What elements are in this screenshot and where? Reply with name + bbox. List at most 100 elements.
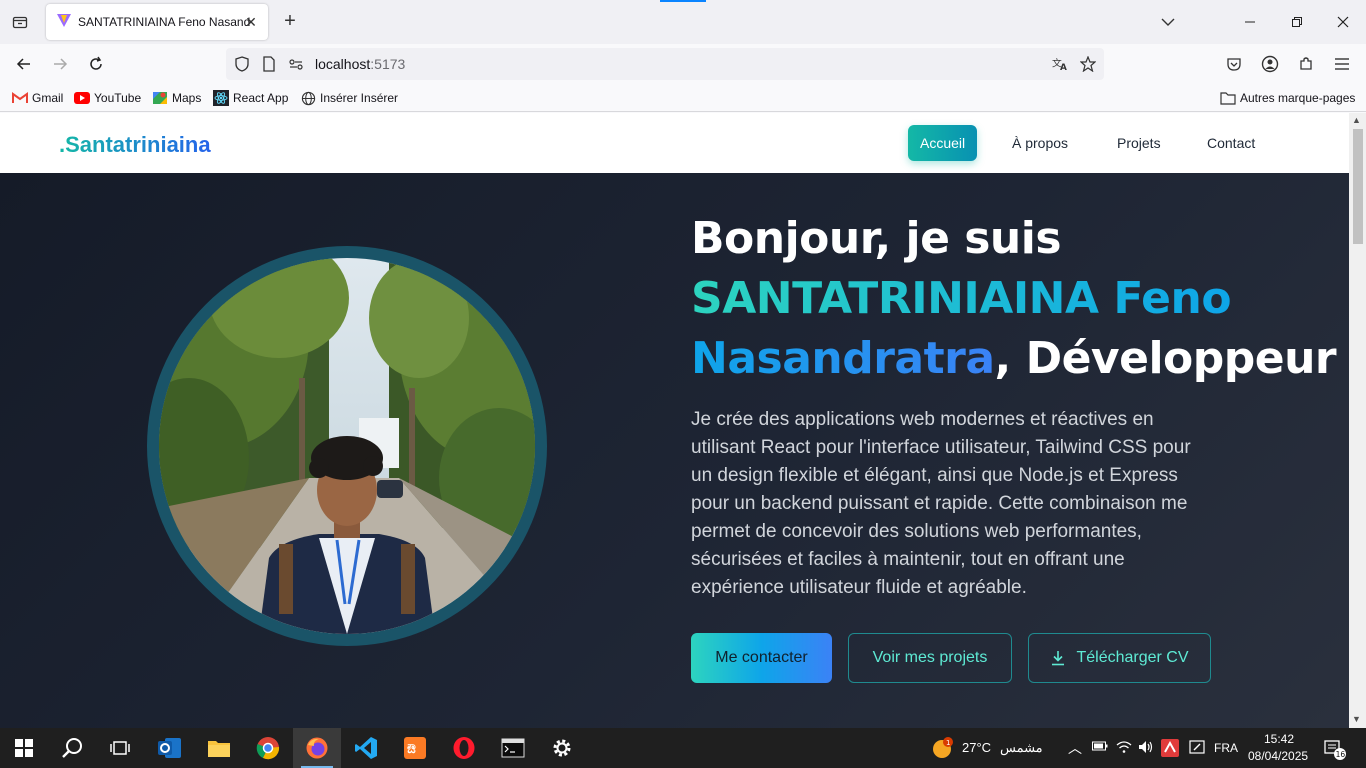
contact-button-label: Me contacter: [715, 649, 808, 666]
hero-greeting: Bonjour, je suis: [691, 213, 1062, 264]
svg-text:16: 16: [1336, 750, 1346, 759]
bookmark-label: Maps: [172, 91, 202, 105]
tab-drop-indicator: [660, 0, 706, 2]
scroll-up-arrow-icon[interactable]: ▲: [1352, 115, 1361, 125]
view-projects-label: Voir mes projets: [872, 649, 988, 666]
task-view-icon[interactable]: [96, 728, 144, 768]
browser-toolbar: localhost:5173 文A: [0, 44, 1366, 84]
extensions-icon[interactable]: [1294, 52, 1318, 76]
site-logo[interactable]: .Santatriniaina: [59, 132, 211, 158]
wifi-icon[interactable]: [1116, 740, 1132, 757]
hamburger-menu-icon[interactable]: [1330, 52, 1354, 76]
vscode-icon[interactable]: [342, 728, 390, 768]
firefox-icon[interactable]: [293, 728, 341, 768]
bookmark-youtube[interactable]: YouTube: [74, 90, 141, 106]
profile-photo-frame: [147, 246, 547, 646]
list-all-tabs-chevron-icon[interactable]: [1156, 10, 1180, 34]
file-explorer-icon[interactable]: [195, 728, 243, 768]
hero-name-part-2: Nasandratra: [691, 333, 995, 384]
restore-window-icon[interactable]: [1285, 10, 1309, 34]
tab-title: SANTATRINIAINA Feno Nasandratra: [78, 15, 250, 29]
antivirus-icon[interactable]: [1161, 739, 1179, 760]
bookmark-label: Gmail: [32, 91, 64, 105]
maps-icon: [152, 90, 168, 106]
translate-icon[interactable]: 文A: [1052, 56, 1068, 72]
download-cv-label: Télécharger CV: [1076, 649, 1189, 666]
gmail-icon: [12, 90, 28, 106]
bookmark-label: React App: [233, 91, 289, 105]
close-tab-icon[interactable]: ✕: [242, 13, 260, 31]
permissions-icon[interactable]: [288, 56, 304, 72]
notification-center-icon[interactable]: 16: [1324, 738, 1346, 763]
close-window-icon[interactable]: [1331, 10, 1355, 34]
minimize-window-icon[interactable]: [1238, 10, 1262, 34]
globe-icon: [300, 90, 316, 106]
bookmark-label: Insérer Insérer: [320, 91, 399, 105]
svg-text:A: A: [1060, 63, 1067, 72]
nav-link-accueil[interactable]: Accueil: [908, 125, 978, 161]
nav-link-contact[interactable]: Contact: [1195, 125, 1267, 161]
bookmark-inserer[interactable]: Insérer Insérer: [300, 90, 398, 106]
bookmark-label: Autres marque-pages: [1240, 91, 1356, 105]
weather-temp: 27°C: [962, 740, 992, 755]
profile-photo: [159, 258, 535, 634]
hero-name-line-1: SANTATRINIAINA Feno: [691, 273, 1232, 324]
react-icon: [213, 90, 229, 106]
tab-list-icon[interactable]: [8, 10, 32, 34]
new-tab-icon[interactable]: +: [278, 10, 302, 34]
bookmark-gmail[interactable]: Gmail: [12, 90, 63, 106]
pen-tablet-icon[interactable]: [1189, 740, 1205, 757]
opera-icon[interactable]: [440, 728, 488, 768]
reload-icon[interactable]: [84, 52, 108, 76]
account-icon[interactable]: [1258, 52, 1282, 76]
contact-button[interactable]: Me contacter: [691, 633, 832, 683]
nav-link-projets[interactable]: Projets: [1105, 125, 1173, 161]
svg-text:ಔ: ಔ: [407, 742, 416, 757]
chrome-icon[interactable]: [244, 728, 292, 768]
browser-tab-active[interactable]: SANTATRINIAINA Feno Nasandratra ✕: [46, 4, 268, 40]
other-bookmarks-folder[interactable]: Autres marque-pages: [1220, 90, 1355, 106]
settings-gear-icon[interactable]: [538, 728, 586, 768]
clock-time[interactable]: 15:42: [1264, 732, 1294, 746]
bookmark-star-icon[interactable]: [1080, 56, 1096, 72]
windows-start-icon[interactable]: [0, 728, 48, 768]
nav-link-a-propos[interactable]: À propos: [1000, 125, 1080, 161]
back-arrow-icon[interactable]: [12, 52, 36, 76]
search-icon[interactable]: [48, 728, 96, 768]
hero-role: , Développeur: [994, 333, 1337, 384]
hero-description: Je crée des applications web modernes et…: [691, 409, 1191, 598]
clock-date[interactable]: 08/04/2025: [1248, 749, 1308, 763]
hero-section: Bonjour, je suis SANTATRINIAINA Feno Nas…: [0, 173, 1349, 728]
show-hidden-icons-chevron-icon[interactable]: ︿: [1068, 738, 1082, 758]
battery-icon[interactable]: [1092, 740, 1108, 755]
bookmark-maps[interactable]: Maps: [152, 90, 201, 106]
address-bar[interactable]: localhost:5173 文A: [226, 48, 1104, 80]
tracking-shield-icon[interactable]: [234, 56, 250, 72]
input-language[interactable]: FRA: [1214, 741, 1238, 755]
site-header: .Santatriniaina Accueil À propos Projets…: [0, 113, 1349, 173]
page-viewport: .Santatriniaina Accueil À propos Projets…: [0, 113, 1349, 728]
hero-name-line-2: Nasandratra, Développeur: [691, 333, 1337, 384]
vite-favicon-icon: [56, 12, 72, 33]
pocket-icon[interactable]: [1222, 52, 1246, 76]
outlook-icon[interactable]: [146, 728, 194, 768]
forward-arrow-icon[interactable]: [48, 52, 72, 76]
bookmark-react-app[interactable]: React App: [213, 90, 288, 106]
scrollbar-thumb[interactable]: [1353, 129, 1363, 244]
bookmark-label: YouTube: [94, 91, 142, 105]
page-scrollbar[interactable]: ▲ ▼: [1349, 113, 1366, 728]
svg-text:1: 1: [946, 739, 950, 747]
terminal-icon[interactable]: [489, 728, 537, 768]
page-info-icon[interactable]: [261, 56, 277, 72]
view-projects-button[interactable]: Voir mes projets: [848, 633, 1012, 683]
youtube-icon: [74, 90, 90, 106]
volume-icon[interactable]: [1138, 740, 1154, 757]
weather-sun-icon[interactable]: 1: [920, 728, 964, 768]
xampp-icon[interactable]: ಔ: [391, 728, 439, 768]
download-cv-button[interactable]: Télécharger CV: [1028, 633, 1211, 683]
windows-taskbar: ಔ 1 27°C مشمس ︿ FRA 15:42 08/04/2025 16: [0, 728, 1366, 768]
weather-label: مشمس: [1000, 740, 1043, 755]
folder-icon: [1220, 90, 1236, 106]
scroll-down-arrow-icon[interactable]: ▼: [1352, 714, 1361, 724]
download-icon: [1050, 650, 1066, 666]
